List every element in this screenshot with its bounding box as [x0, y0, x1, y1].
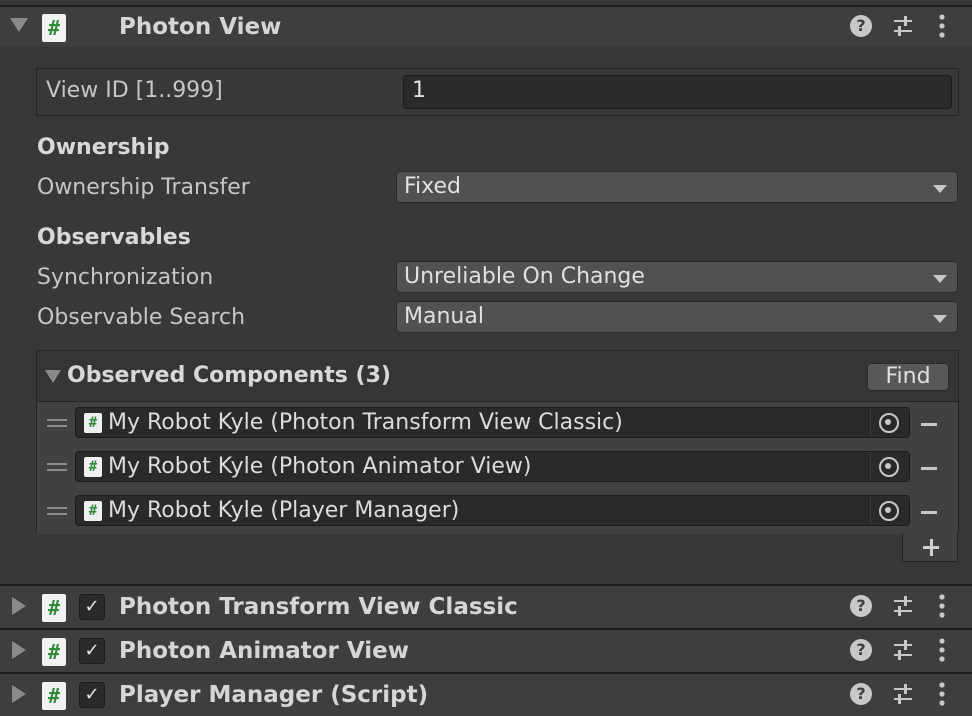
object-picker-icon[interactable]	[870, 408, 909, 437]
synchronization-label: Synchronization	[37, 265, 214, 290]
object-picker-icon[interactable]	[870, 452, 909, 481]
view-id-container: View ID [1..999] 1	[36, 68, 959, 116]
foldout-collapsed-icon[interactable]	[12, 641, 26, 659]
ownership-transfer-label: Ownership Transfer	[37, 175, 250, 200]
observed-components-header[interactable]: Observed Components (3) Find	[37, 351, 958, 402]
chevron-down-icon	[933, 275, 947, 283]
foldout-expanded-icon[interactable]	[45, 370, 61, 383]
object-field[interactable]: # My Robot Kyle (Photon Transform View C…	[75, 407, 910, 438]
drag-handle-icon[interactable]	[47, 419, 67, 427]
preset-sliders-icon[interactable]	[892, 683, 914, 705]
observable-search-value: Manual	[404, 304, 484, 329]
observed-components-list: Observed Components (3) Find # My Robot …	[36, 350, 959, 534]
enabled-checkbox[interactable]: ✓	[79, 594, 105, 620]
component-title: Photon Animator View	[119, 638, 410, 664]
preset-sliders-icon[interactable]	[892, 639, 914, 661]
help-icon[interactable]: ?	[850, 595, 872, 617]
script-icon: #	[42, 682, 66, 710]
ownership-heading: Ownership	[37, 135, 170, 160]
component-header[interactable]: # ✓ Photon Animator View ?	[0, 628, 972, 672]
observable-search-label: Observable Search	[37, 305, 246, 330]
preset-sliders-icon[interactable]	[892, 595, 914, 617]
observables-heading: Observables	[37, 225, 191, 250]
script-icon: #	[84, 501, 102, 521]
drag-handle-icon[interactable]	[47, 507, 67, 515]
script-icon: #	[42, 638, 66, 666]
view-id-field[interactable]: 1	[403, 75, 952, 109]
component-title: Photon Transform View Classic	[119, 594, 518, 620]
list-item: # My Robot Kyle (Player Manager)	[37, 490, 958, 534]
object-field-value: My Robot Kyle (Photon Animator View)	[108, 454, 532, 479]
drag-handle-icon[interactable]	[47, 463, 67, 471]
preset-sliders-icon[interactable]	[892, 15, 914, 37]
observable-search-dropdown[interactable]: Manual	[396, 301, 958, 333]
enabled-checkbox[interactable]: ✓	[79, 682, 105, 708]
object-field[interactable]: # My Robot Kyle (Player Manager)	[75, 495, 910, 526]
foldout-expanded-icon[interactable]	[10, 18, 28, 32]
synchronization-dropdown[interactable]: Unreliable On Change	[396, 261, 958, 293]
object-field-value: My Robot Kyle (Photon Transform View Cla…	[108, 410, 623, 435]
enabled-checkbox[interactable]: ✓	[79, 638, 105, 664]
find-button[interactable]: Find	[867, 363, 949, 391]
ownership-transfer-dropdown[interactable]: Fixed	[396, 171, 958, 203]
synchronization-value: Unreliable On Change	[404, 264, 645, 289]
remove-item-icon[interactable]	[921, 423, 937, 426]
help-icon[interactable]: ?	[850, 683, 872, 705]
script-icon: #	[42, 594, 66, 622]
kebab-menu-icon[interactable]	[938, 13, 946, 39]
object-field[interactable]: # My Robot Kyle (Photon Animator View)	[75, 451, 910, 482]
list-item: # My Robot Kyle (Photon Transform View C…	[37, 402, 958, 447]
kebab-menu-icon[interactable]	[938, 681, 946, 707]
add-item-button[interactable]	[902, 533, 958, 562]
photon-view-header[interactable]: # Photon View ?	[0, 5, 972, 47]
remove-item-icon[interactable]	[921, 467, 937, 470]
script-icon: #	[84, 413, 102, 433]
kebab-menu-icon[interactable]	[938, 637, 946, 663]
script-icon: #	[42, 14, 66, 42]
chevron-down-icon	[933, 185, 947, 193]
remove-item-icon[interactable]	[921, 511, 937, 514]
observed-components-title: Observed Components (3)	[67, 363, 391, 388]
view-id-label: View ID [1..999]	[46, 78, 223, 103]
help-icon[interactable]: ?	[850, 15, 872, 37]
kebab-menu-icon[interactable]	[938, 593, 946, 619]
foldout-collapsed-icon[interactable]	[12, 685, 26, 703]
object-field-value: My Robot Kyle (Player Manager)	[108, 498, 460, 523]
help-icon[interactable]: ?	[850, 639, 872, 661]
component-title: Photon View	[119, 14, 282, 40]
chevron-down-icon	[933, 315, 947, 323]
foldout-collapsed-icon[interactable]	[12, 597, 26, 615]
component-header[interactable]: # ✓ Player Manager (Script) ?	[0, 672, 972, 716]
script-icon: #	[84, 457, 102, 477]
component-title: Player Manager (Script)	[119, 682, 429, 708]
ownership-transfer-value: Fixed	[404, 174, 462, 199]
component-header[interactable]: # ✓ Photon Transform View Classic ?	[0, 584, 972, 628]
list-item: # My Robot Kyle (Photon Animator View)	[37, 446, 958, 491]
object-picker-icon[interactable]	[870, 496, 909, 525]
